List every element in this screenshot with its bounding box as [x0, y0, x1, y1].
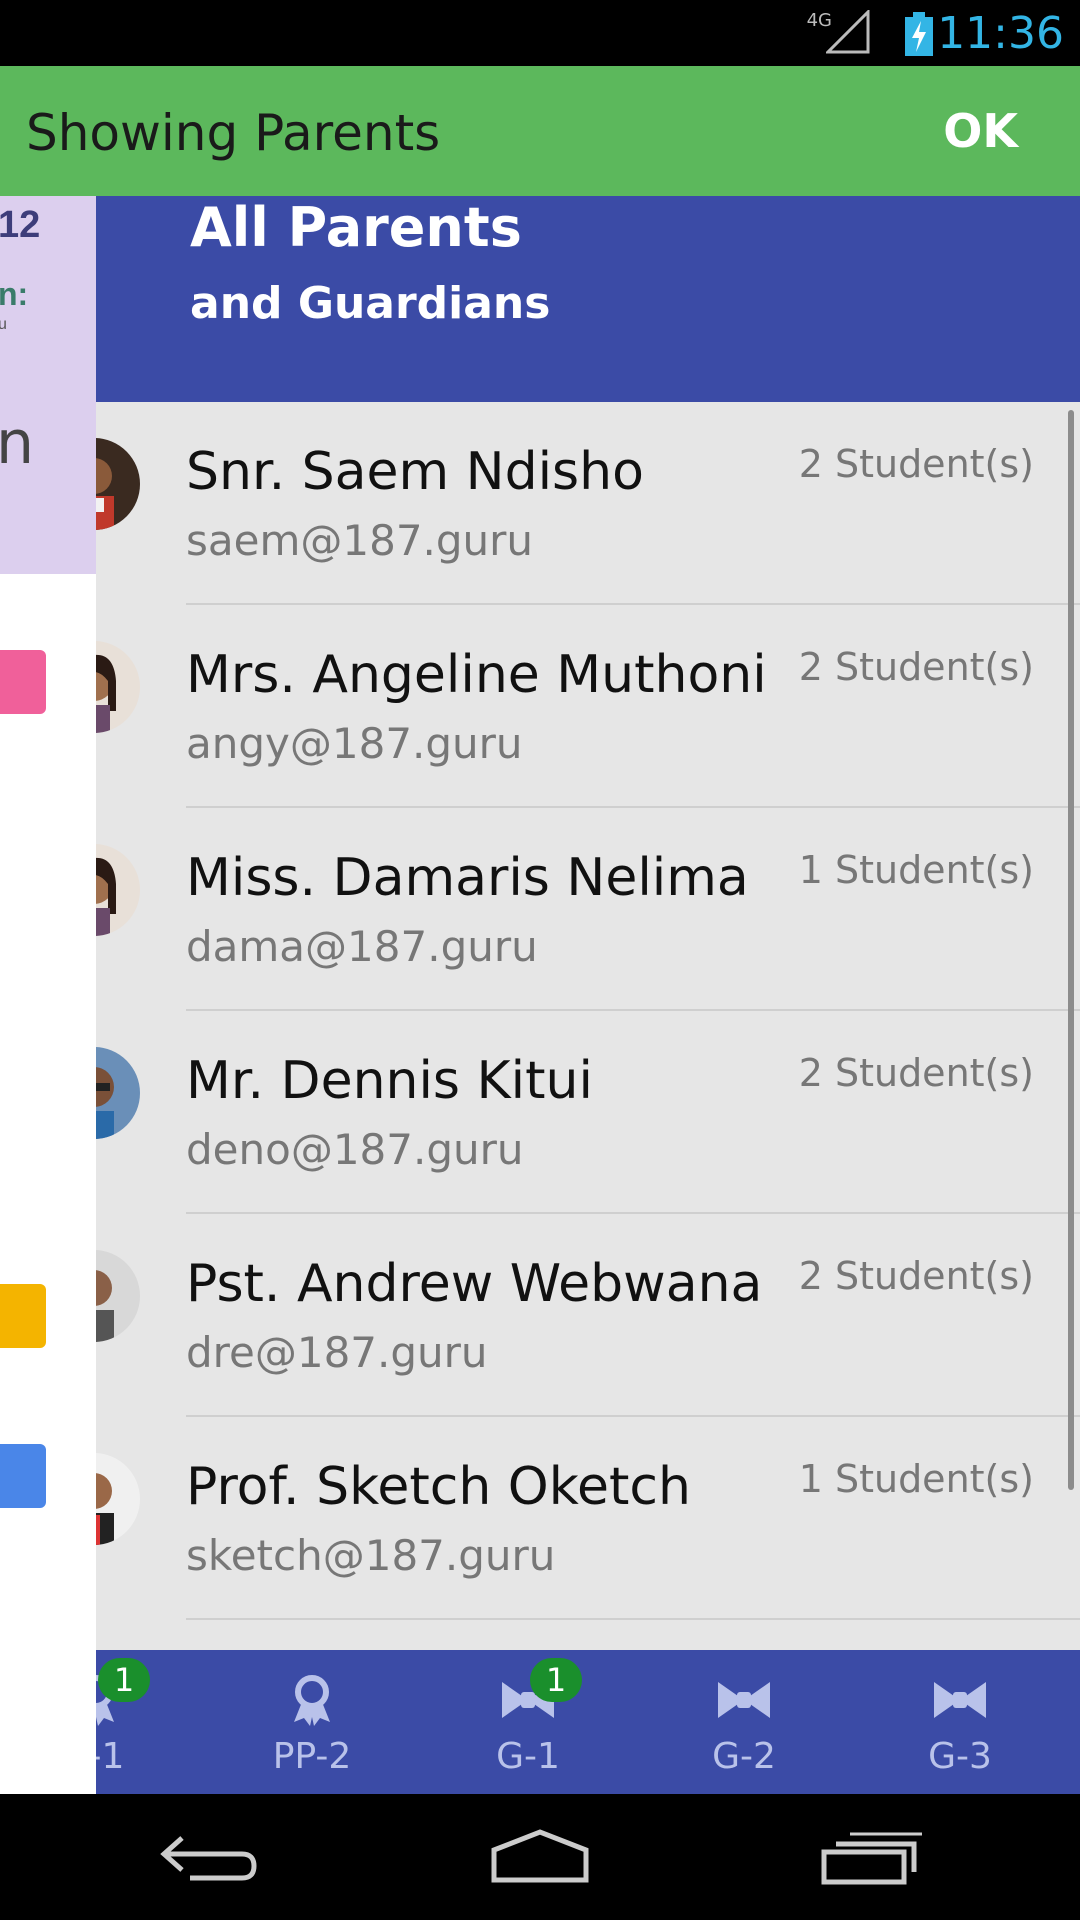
parents-drawer: All Parents and Guardians Snr. Saem Ndis… — [96, 196, 1080, 1794]
background-text-fragment: n: — [0, 276, 29, 312]
page-title: Showing Parents — [26, 104, 441, 162]
status-bar: 4G 11:36 — [0, 0, 1080, 66]
tab-label: G-1 — [496, 1736, 560, 1777]
student-count: 2 Student(s) — [798, 1051, 1034, 1095]
avatar — [96, 1250, 140, 1342]
background-text-fragment: n — [0, 408, 35, 478]
avatar — [96, 844, 140, 936]
notification-badge: 1 — [98, 1658, 150, 1702]
parent-name: Prof. Sketch Oketch — [186, 1457, 691, 1517]
recent-apps-icon[interactable] — [810, 1824, 930, 1890]
list-item[interactable]: Miss. Damaris Nelima dama@187.guru 1 Stu… — [96, 808, 1080, 1011]
background-text-fragment: 12 — [0, 204, 41, 246]
avatar — [96, 641, 140, 733]
avatar — [96, 1047, 140, 1139]
signal-icon — [826, 10, 870, 54]
list-item[interactable]: Mr. Dennis Kitui deno@187.guru 2 Student… — [96, 1011, 1080, 1214]
drawer-header-subtitle: and Guardians — [190, 278, 551, 329]
parent-name: Pst. Andrew Webwana — [186, 1254, 763, 1314]
parent-email: saem@187.guru — [186, 516, 534, 565]
tab-label: P-1 — [96, 1736, 125, 1777]
background-content: 12 n: u n — [0, 196, 96, 1794]
drawer-header: All Parents and Guardians — [96, 196, 1080, 402]
student-count: 1 Student(s) — [798, 1457, 1034, 1501]
parent-email: dama@187.guru — [186, 922, 538, 971]
parent-name: Mr. Dennis Kitui — [186, 1051, 593, 1111]
home-icon[interactable] — [480, 1824, 600, 1890]
tab-label: PP-2 — [272, 1736, 352, 1777]
tab-pp2[interactable]: PP-2 — [204, 1650, 420, 1794]
background-blue-tag — [0, 1444, 46, 1508]
bow-tie-icon — [718, 1682, 770, 1718]
battery-charging-icon — [905, 12, 933, 56]
system-nav-bar — [0, 1794, 1080, 1920]
tab-p1[interactable]: 1 P-1 — [96, 1650, 204, 1794]
parents-list: Snr. Saem Ndisho saem@187.guru 2 Student… — [96, 402, 1080, 1620]
list-item[interactable]: Mrs. Angeline Muthoni angy@187.guru 2 St… — [96, 605, 1080, 808]
tab-label: G-2 — [712, 1736, 776, 1777]
class-tab-bar: 1 P-1 PP-2 1 G-1 G-2 G-3 — [96, 1650, 1080, 1794]
list-item[interactable]: Snr. Saem Ndisho saem@187.guru 2 Student… — [96, 402, 1080, 605]
parent-email: angy@187.guru — [186, 719, 523, 768]
background-pink-tag — [0, 650, 46, 714]
scrollbar[interactable] — [1068, 410, 1074, 1490]
student-count: 1 Student(s) — [798, 848, 1034, 892]
student-count: 2 Student(s) — [798, 442, 1034, 486]
student-count: 2 Student(s) — [798, 1254, 1034, 1298]
student-count: 2 Student(s) — [798, 645, 1034, 689]
parent-name: Mrs. Angeline Muthoni — [186, 645, 767, 705]
clock: 11:36 — [937, 8, 1064, 59]
avatar — [96, 438, 140, 530]
parent-name: Miss. Damaris Nelima — [186, 848, 749, 908]
tab-g2[interactable]: G-2 — [636, 1650, 852, 1794]
background-yellow-tag — [0, 1284, 46, 1348]
tab-g3[interactable]: G-3 — [852, 1650, 1068, 1794]
drawer-header-title: All Parents — [190, 196, 522, 259]
list-item[interactable]: Pst. Andrew Webwana dre@187.guru 2 Stude… — [96, 1214, 1080, 1417]
parent-email: dre@187.guru — [186, 1328, 488, 1377]
award-ribbon-icon — [294, 1675, 330, 1726]
action-bar: Showing Parents OK — [0, 66, 1080, 196]
parent-email: sketch@187.guru — [186, 1531, 556, 1580]
tab-label: G-3 — [928, 1736, 992, 1777]
background-text-fragment: u — [0, 316, 7, 333]
background-card: 12 n: u n — [0, 196, 96, 574]
back-icon[interactable] — [150, 1824, 270, 1890]
divider — [186, 1618, 1080, 1620]
parent-email: deno@187.guru — [186, 1125, 524, 1174]
tab-g1[interactable]: 1 G-1 — [420, 1650, 636, 1794]
bow-tie-icon — [934, 1682, 986, 1718]
list-item[interactable]: Prof. Sketch Oketch sketch@187.guru 1 St… — [96, 1417, 1080, 1620]
ok-button[interactable]: OK — [943, 104, 1018, 158]
avatar — [96, 1453, 140, 1545]
parent-name: Snr. Saem Ndisho — [186, 442, 644, 502]
notification-badge: 1 — [530, 1658, 582, 1702]
